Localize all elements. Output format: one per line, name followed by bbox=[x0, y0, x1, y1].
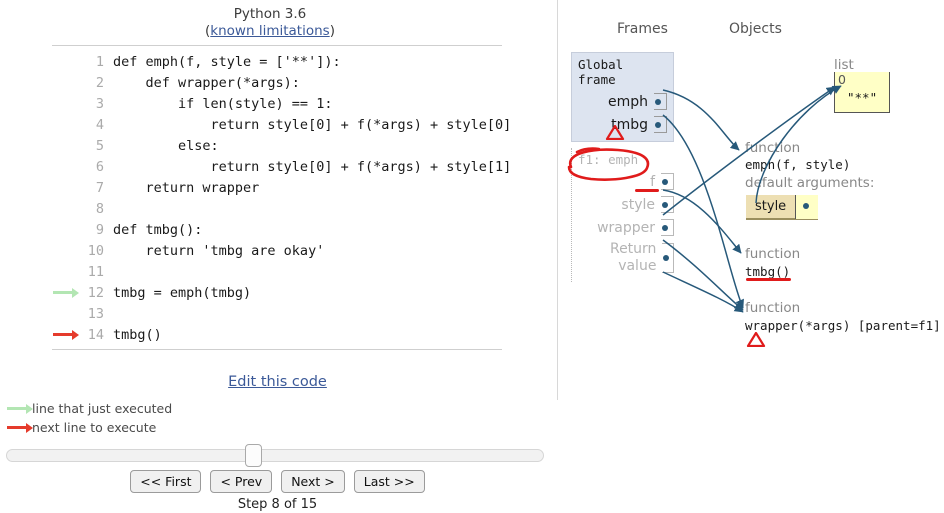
line-marker-empty bbox=[52, 51, 78, 72]
pointer-arrows bbox=[662, 85, 842, 313]
line-marker-empty bbox=[52, 198, 78, 219]
code-text: return wrapper bbox=[113, 179, 260, 196]
red-arrow-icon bbox=[6, 419, 33, 435]
line-marker-empty bbox=[52, 114, 78, 135]
line-marker-empty bbox=[52, 240, 78, 261]
red-arrow-icon bbox=[52, 324, 79, 345]
code-line: 3 if len(style) == 1: bbox=[52, 93, 502, 114]
legend-next-line-label: next line to execute bbox=[32, 419, 157, 435]
nav-button-prev[interactable]: < Prev bbox=[210, 470, 273, 493]
line-marker-empty bbox=[52, 261, 78, 282]
legend-just-executed: line that just executed bbox=[6, 400, 172, 416]
legend-just-executed-label: line that just executed bbox=[32, 400, 173, 416]
code-line: 8 bbox=[52, 198, 502, 219]
legend-next-line: next line to execute bbox=[6, 419, 156, 435]
code-line: 11 bbox=[52, 261, 502, 282]
code-text: def tmbg(): bbox=[113, 221, 203, 238]
line-number: 9 bbox=[95, 221, 104, 238]
line-number: 5 bbox=[95, 137, 104, 154]
code-line: 9 def tmbg(): bbox=[52, 219, 502, 240]
code-text: return style[0] + f(*args) + style[0] bbox=[113, 116, 512, 133]
paren-close: ) bbox=[329, 23, 335, 39]
code-text: tmbg = emph(tmbg) bbox=[113, 284, 252, 301]
code-text: else: bbox=[113, 137, 219, 154]
nav-button-next[interactable]: Next > bbox=[281, 470, 345, 493]
green-arrow-icon bbox=[6, 400, 33, 416]
line-number: 13 bbox=[87, 305, 104, 322]
line-number: 6 bbox=[95, 158, 104, 175]
navigation-buttons: << First < Prev Next > Last >> bbox=[0, 470, 555, 493]
code-text: tmbg() bbox=[113, 326, 162, 343]
code-line: 10 return 'tmbg are okay' bbox=[52, 240, 502, 261]
line-marker-empty bbox=[52, 93, 78, 114]
line-marker-empty bbox=[52, 177, 78, 198]
nav-button-last[interactable]: Last >> bbox=[353, 470, 425, 493]
green-arrow-icon bbox=[52, 282, 79, 303]
known-limitations-link[interactable]: known limitations bbox=[210, 23, 329, 39]
code-line: 12 tmbg = emph(tmbg) bbox=[52, 282, 502, 303]
line-number: 12 bbox=[87, 284, 104, 301]
code-line: 5 else: bbox=[52, 135, 502, 156]
line-number: 11 bbox=[87, 263, 104, 280]
line-marker-empty bbox=[52, 219, 78, 240]
code-line: 1 def emph(f, style = ['**']): bbox=[52, 51, 502, 72]
line-number: 10 bbox=[87, 242, 104, 259]
code-line: 4 return style[0] + f(*args) + style[0] bbox=[52, 114, 511, 135]
code-line: 6 return style[0] + f(*args) + style[1] bbox=[52, 156, 511, 177]
code-panel: Python 3.6 (known limitations) 1 def emph… bbox=[0, 0, 557, 513]
line-number: 1 bbox=[95, 53, 104, 70]
code-line: 14 tmbg() bbox=[52, 324, 502, 345]
visualizer-panel: Frames Objects Global frame emph tmbg f1… bbox=[557, 0, 944, 513]
code-text: return 'tmbg are okay' bbox=[113, 242, 325, 259]
code-line: 13 bbox=[52, 303, 502, 324]
line-marker-empty bbox=[52, 156, 78, 177]
line-number: 8 bbox=[95, 200, 104, 217]
line-marker-empty bbox=[52, 303, 78, 324]
line-marker-empty bbox=[52, 72, 78, 93]
line-number: 3 bbox=[95, 95, 104, 112]
code-text: def emph(f, style = ['**']): bbox=[113, 53, 341, 70]
code-line: 2 def wrapper(*args): bbox=[52, 72, 502, 93]
step-slider-handle[interactable] bbox=[245, 444, 262, 467]
line-number: 2 bbox=[95, 74, 104, 91]
code-text: def wrapper(*args): bbox=[113, 74, 300, 91]
line-number: 14 bbox=[87, 326, 104, 343]
edit-this-code: Edit this code bbox=[0, 374, 555, 390]
edit-this-code-link[interactable]: Edit this code bbox=[228, 374, 327, 390]
line-marker-empty bbox=[52, 135, 78, 156]
code-text: if len(style) == 1: bbox=[113, 95, 333, 112]
python-version-label: Python 3.6 bbox=[233, 6, 307, 22]
line-number: 4 bbox=[95, 116, 104, 133]
step-counter: Step 8 of 15 bbox=[237, 497, 318, 512]
nav-button-first[interactable]: << First bbox=[130, 470, 202, 493]
line-number: 7 bbox=[95, 179, 104, 196]
step-slider-track[interactable] bbox=[6, 449, 544, 462]
code-line: 7 return wrapper bbox=[52, 177, 502, 198]
code-listing: 1 def emph(f, style = ['**']): 2 def wrapp… bbox=[52, 45, 511, 350]
code-text: return style[0] + f(*args) + style[1] bbox=[113, 158, 512, 175]
known-limitations-line: (known limitations) bbox=[0, 23, 540, 40]
